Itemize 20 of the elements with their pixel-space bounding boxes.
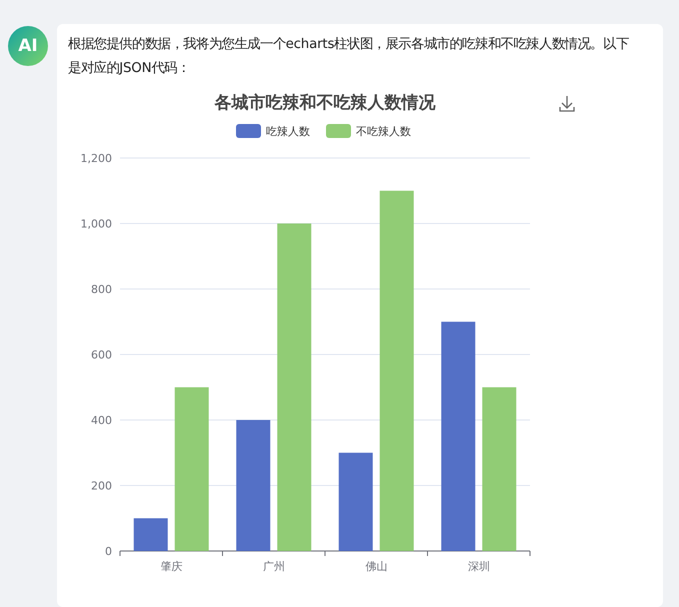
ai-avatar: AI: [8, 26, 48, 66]
y-axis-label: 0: [105, 545, 112, 558]
legend-label[interactable]: 不吃辣人数: [356, 125, 411, 138]
x-axis-label: 佛山: [365, 560, 388, 573]
y-axis-label: 400: [91, 414, 112, 427]
y-axis-label: 800: [91, 283, 112, 296]
legend-swatch[interactable]: [236, 124, 261, 138]
y-axis-label: 600: [91, 348, 112, 362]
y-axis-label: 1,200: [80, 152, 112, 165]
message-text: 根据您提供的数据，我将为您生成一个echarts柱状图，展示各城市的吃辣和不吃辣人数情况。以下是对应的JSON代码：: [68, 36, 630, 78]
bar: [134, 518, 168, 551]
x-axis-label: 广州: [262, 560, 285, 573]
y-axis-label: 1,000: [80, 218, 112, 230]
legend-swatch[interactable]: [326, 124, 351, 138]
x-axis-label: 深圳: [468, 560, 490, 573]
legend-label[interactable]: 吃辣人数: [266, 125, 310, 138]
y-axis-label: 200: [91, 480, 112, 492]
chart-title: 各城市吃辣和不吃辣人数情况: [214, 93, 436, 113]
x-axis-label: 肇庆: [160, 560, 182, 573]
download-icon[interactable]: [559, 96, 575, 112]
